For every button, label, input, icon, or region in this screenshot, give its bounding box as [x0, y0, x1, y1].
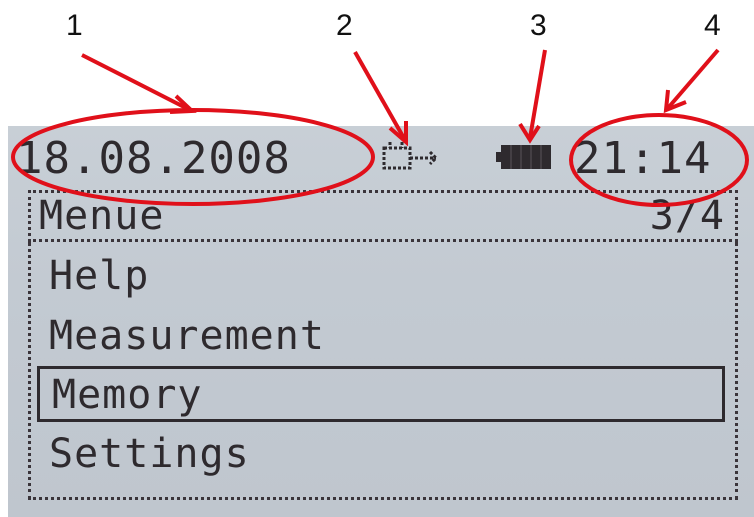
callout-number-3: 3 [530, 9, 547, 42]
annotation-arrow-3 [528, 49, 547, 139]
arrow-head-1-icon [169, 94, 197, 114]
menu-item-measurement[interactable]: Measurement [37, 310, 325, 366]
annotated-device-photo: 1 2 3 4 18.08.2008 21:14 Menue 3/4 Help … [0, 0, 754, 517]
menu-title: Menue [39, 193, 165, 239]
battery-full-icon [496, 145, 551, 169]
menu-item-help[interactable]: Help [37, 250, 149, 306]
menu-item-settings[interactable]: Settings [37, 428, 250, 484]
menu-item-memory[interactable]: Memory [37, 366, 725, 422]
callout-number-2: 2 [336, 9, 353, 42]
page-indicator: 3/4 [649, 193, 725, 239]
arrow-head-4-icon [663, 89, 687, 114]
status-time: 21:14 [574, 133, 712, 184]
callout-number-4: 4 [704, 9, 721, 42]
menu-title-bar: Menue 3/4 [28, 190, 738, 242]
lcd-screen: 18.08.2008 21:14 Menue 3/4 Help Measurem… [8, 126, 754, 517]
callout-number-1: 1 [66, 9, 83, 42]
annotation-arrow-4 [666, 48, 720, 110]
status-date: 18.08.2008 [16, 133, 291, 184]
annotation-arrow-1 [81, 53, 191, 112]
menu-list: Help Measurement Memory Settings [28, 242, 738, 500]
plug-power-icon [382, 142, 439, 170]
